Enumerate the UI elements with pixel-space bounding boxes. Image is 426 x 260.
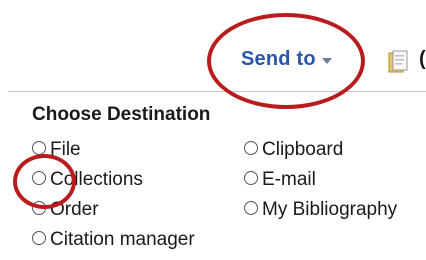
toolbar-next-item-fragment: ( (419, 48, 426, 70)
radio-icon[interactable] (244, 140, 258, 155)
option-file[interactable]: File (32, 139, 81, 161)
option-label: E-mail (262, 169, 316, 190)
choose-destination-heading: Choose Destination (32, 104, 211, 125)
option-order[interactable]: Order (32, 199, 99, 221)
option-citation-manager[interactable]: Citation manager (32, 229, 195, 251)
option-my-bibliography[interactable]: My Bibliography (244, 199, 397, 221)
option-label: File (50, 139, 81, 160)
option-collections[interactable]: Collections (32, 169, 143, 191)
radio-icon[interactable] (32, 140, 46, 155)
send-to-button[interactable]: Send to (241, 48, 332, 71)
option-email[interactable]: E-mail (244, 169, 316, 191)
option-label: Clipboard (262, 139, 344, 160)
option-label: Order (50, 199, 99, 220)
menu-divider (8, 91, 426, 92)
clipboard-icon[interactable] (386, 50, 408, 74)
radio-icon[interactable] (244, 200, 258, 215)
radio-icon[interactable] (244, 170, 258, 185)
send-to-label: Send to (241, 48, 316, 70)
option-label: Citation manager (50, 229, 195, 250)
option-clipboard[interactable]: Clipboard (244, 139, 343, 161)
radio-icon[interactable] (32, 170, 46, 185)
radio-icon[interactable] (32, 230, 46, 245)
option-label: Collections (50, 169, 143, 190)
option-label: My Bibliography (262, 199, 398, 220)
chevron-down-icon (321, 57, 332, 64)
radio-icon[interactable] (32, 200, 46, 215)
